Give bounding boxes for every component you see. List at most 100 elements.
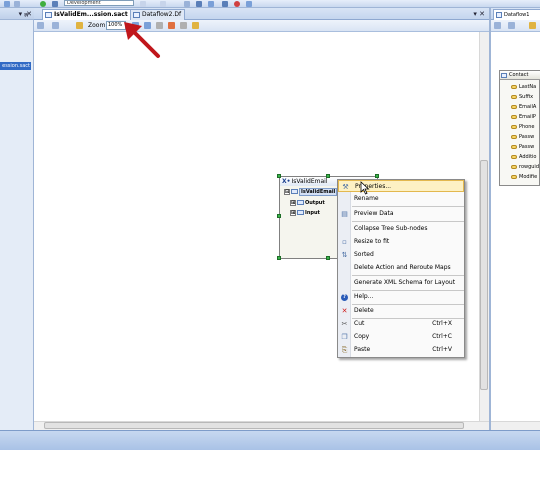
tab-label: IsValidEm...ssion.sact [54,11,128,18]
resize-handle-top[interactable] [326,174,330,178]
grid-icon[interactable] [180,22,187,29]
menu-item-properties[interactable]: ⚒ Properties... [338,180,464,192]
menu-item-paste[interactable]: ⎘ Paste Ctrl+V [338,344,464,356]
right-horizontal-scrollbar[interactable] [491,421,540,430]
pan-icon[interactable] [76,22,83,29]
toolbar-icon[interactable] [184,1,190,7]
tab-dataflow1[interactable]: Dataflow1 [493,9,540,20]
menu-item-copy[interactable]: ❐ Copy Ctrl+C [338,331,464,343]
input-icon [297,210,304,215]
resize-handle-top-right[interactable] [375,174,379,178]
toolbar-icon[interactable] [222,1,228,7]
tab-label: Dataflow2.Df [142,11,182,18]
tree-node-output[interactable]: ⊞ Output [290,199,325,207]
field-row[interactable]: EmailP [511,112,540,122]
toolbar-icon[interactable] [196,1,202,7]
designer-toolbar: Zoom 100% [34,20,489,32]
menu-item-cut[interactable]: ✂ Cut Ctrl+X [338,318,464,330]
undo-icon[interactable] [494,22,501,29]
menu-item-delete-action-reroute[interactable]: Delete Action and Reroute Maps [338,262,464,274]
debug-icon[interactable] [52,1,58,7]
field-icon [511,135,517,139]
wrench-icon: ⚒ [342,183,349,191]
tree-node-input[interactable]: ⊞ Input [290,209,320,217]
selected-project-item[interactable]: ession.sact [0,62,31,70]
preview-data-icon: ▤ [341,210,348,218]
field-icon [511,145,517,149]
toolbar-icon[interactable] [140,1,146,7]
pan-icon[interactable] [529,22,536,29]
resize-handle-bottom-left[interactable] [277,256,281,260]
menu-item-generate-xml-schema[interactable]: Generate XML Schema for Layout [338,277,464,289]
layout-icon[interactable] [168,22,175,29]
collapse-icon[interactable]: ⊟ [284,188,290,195]
panel-header-controls[interactable]: ▾ ྸ ✕ [0,8,34,20]
resize-handle-bottom[interactable] [326,256,330,260]
menu-item-label: Copy [354,333,370,340]
menu-item-shortcut: Ctrl+X [432,320,452,327]
expand-icon[interactable]: ⊞ [290,199,296,206]
zoom-label: Zoom [88,22,106,29]
field-row[interactable]: Modifie [511,172,540,182]
run-icon[interactable] [40,1,46,7]
field-row[interactable]: LastNa [511,82,540,92]
menu-item-delete[interactable]: ✕ Delete [338,305,464,317]
toolbar-icon[interactable] [246,1,252,7]
function-x-icon: X• [282,178,291,185]
output-icon [297,200,304,205]
menu-item-shortcut: Ctrl+V [432,346,452,353]
redo-icon[interactable] [52,22,59,29]
configuration-select[interactable]: Development [64,0,134,6]
menu-item-help[interactable]: ? Help... [338,291,464,303]
menu-item-sorted[interactable]: ⇅ Sorted [338,249,464,261]
field-label: EmailP [519,114,536,120]
annotation-arrow-icon [124,22,160,58]
paste-icon: ⎘ [341,346,348,354]
menu-item-label: Collapse Tree Sub-nodes [354,225,428,232]
tree-node-root[interactable]: ⊟ IsValidEmail [284,188,338,196]
field-label: Modifie [519,174,538,180]
contact-entity-title[interactable]: Contact [500,71,540,80]
field-row[interactable]: rowguid [511,162,540,172]
field-label: Passw [519,144,535,150]
undo-icon[interactable] [37,22,44,29]
resize-handle-left[interactable] [277,214,281,218]
tab-list-and-close-buttons[interactable]: ▾ ✕ [473,9,485,19]
menu-item-shortcut: Ctrl+C [432,333,452,340]
field-icon [511,165,517,169]
menu-item-resize-to-fit[interactable]: ▫ Resize to fit [338,236,464,248]
field-icon [511,155,517,159]
menu-item-collapse-tree[interactable]: Collapse Tree Sub-nodes [338,223,464,235]
field-row[interactable]: Phone [511,122,540,132]
field-label: Suffix [519,94,534,100]
entity-title-text: Contact [509,72,529,78]
field-row[interactable]: EmailA [511,102,540,112]
expand-icon[interactable]: ⊞ [290,209,296,216]
toolbar-icon[interactable] [160,1,166,7]
horizontal-scrollbar-thumb[interactable] [44,422,464,429]
field-label: LastNa [519,84,537,90]
table-icon [501,73,507,78]
menu-item-preview-data[interactable]: ▤ Preview Data [338,208,464,220]
blank-area [0,450,540,482]
menu-item-label: Preview Data [354,210,394,217]
menu-item-rename[interactable]: Rename [338,193,464,205]
redo-icon[interactable] [14,1,20,7]
help-icon: ? [341,294,348,301]
toolbar-icon[interactable] [208,1,214,7]
stop-icon[interactable] [234,1,240,7]
field-row[interactable]: Passw [511,142,540,152]
properties-icon[interactable] [192,22,199,29]
field-row[interactable]: Suffix [511,92,540,102]
tab-isvalidemail[interactable]: IsValidEm...ssion.sact [42,9,132,20]
menu-separator [352,275,464,276]
field-row[interactable]: Additio [511,152,540,162]
redo-icon[interactable] [508,22,515,29]
function-icon [291,189,298,194]
undo-icon[interactable] [4,1,10,7]
main-toolbar: Development [0,0,540,8]
vertical-scrollbar-thumb[interactable] [480,160,488,390]
script-file-icon [45,12,52,18]
field-row[interactable]: Passw [511,132,540,142]
resize-handle-top-left[interactable] [277,174,281,178]
